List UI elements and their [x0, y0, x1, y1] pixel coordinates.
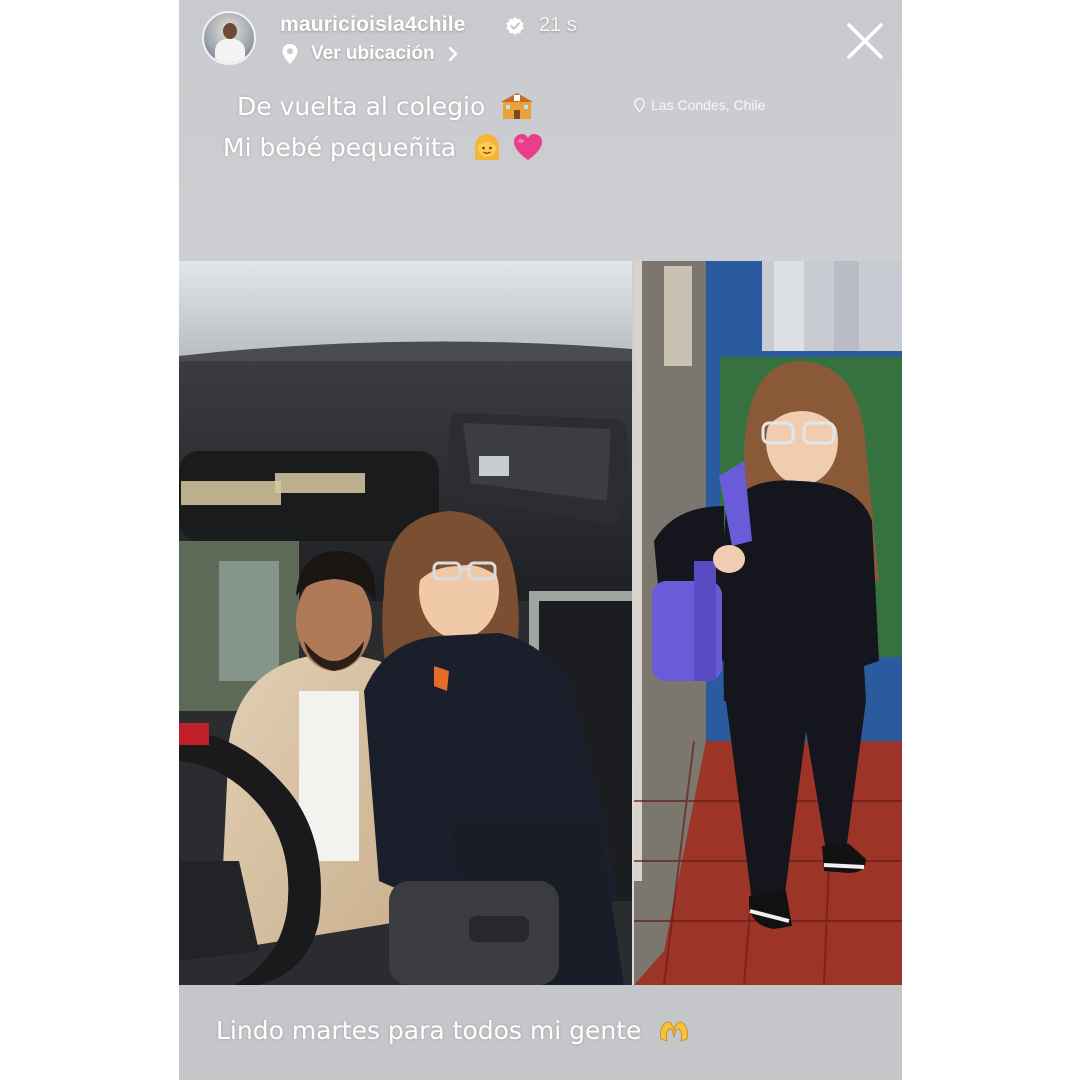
- location-sticker-text: Las Condes, Chile: [651, 97, 766, 113]
- caption-line-2: Mi bebé pequeñita: [223, 132, 544, 162]
- bottom-caption-text: Lindo martes para todos mi gente: [216, 1016, 642, 1045]
- chevron-right-icon: [448, 46, 457, 62]
- location-pin-icon: [282, 44, 298, 64]
- caption-line-1-text: De vuelta al colegio: [237, 92, 486, 121]
- bottom-caption: Lindo martes para todos mi gente: [216, 1016, 691, 1045]
- view-location-link[interactable]: Ver ubicación: [281, 43, 459, 65]
- photo-car: [179, 261, 632, 985]
- pink-heart-icon: [514, 134, 543, 160]
- caption-line-1: De vuelta al colegio: [237, 92, 534, 121]
- photo-school: [634, 261, 902, 985]
- location-pin-icon: [634, 98, 645, 112]
- profile-avatar[interactable]: [202, 11, 256, 65]
- girl-emoji-icon: [475, 134, 500, 160]
- car-photo-illustration: [179, 261, 632, 985]
- school-photo-illustration: [634, 261, 902, 985]
- story-viewer: mauricioisla4chile 21 s Ver ubicación De…: [179, 0, 902, 1080]
- avatar-torso: [215, 39, 245, 63]
- caption-line-2-text: Mi bebé pequeñita: [223, 133, 457, 162]
- location-sticker[interactable]: Las Condes, Chile: [634, 97, 765, 113]
- verified-badge-icon: [506, 17, 524, 35]
- view-location-label: Ver ubicación: [311, 43, 435, 64]
- heart-hands-icon: [660, 1021, 689, 1042]
- school-icon: [501, 93, 534, 119]
- username[interactable]: mauricioisla4chile: [280, 13, 466, 37]
- avatar-head: [223, 23, 237, 39]
- close-icon[interactable]: [844, 20, 886, 62]
- post-time: 21 s: [539, 14, 577, 36]
